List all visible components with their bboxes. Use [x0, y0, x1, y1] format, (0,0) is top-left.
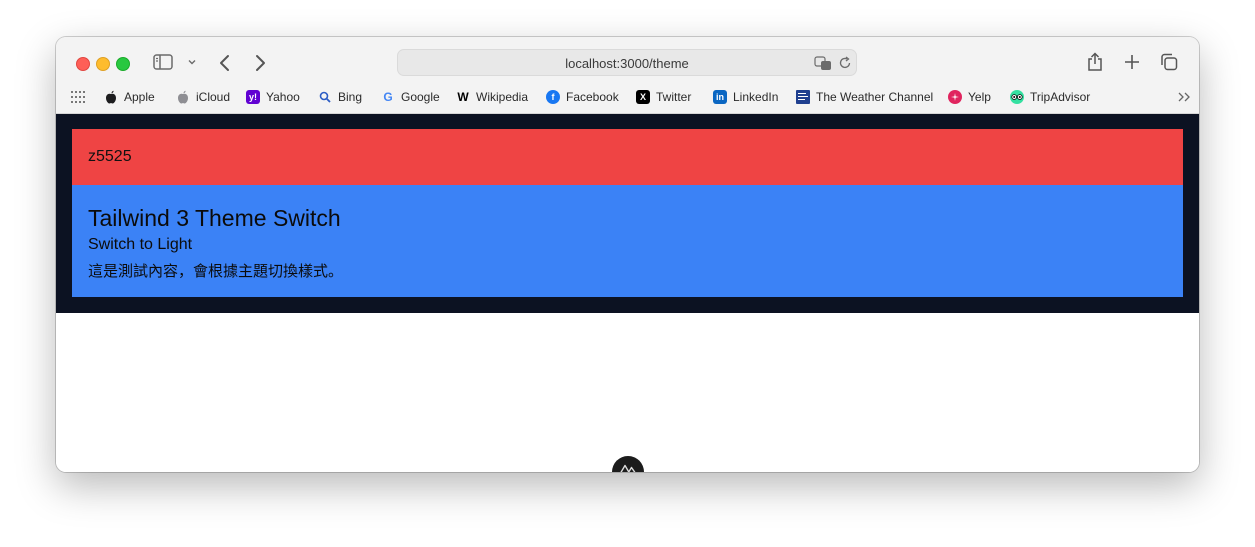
bookmark-twitter[interactable]: X Twitter [636, 87, 691, 107]
bookmark-label: Yelp [968, 90, 991, 104]
bookmark-icloud[interactable]: iCloud [176, 87, 230, 107]
yahoo-icon: y! [246, 90, 260, 104]
bookmark-yahoo[interactable]: y! Yahoo [246, 87, 300, 107]
theme-switch-button[interactable]: Switch to Light [88, 236, 192, 254]
bookmark-wikipedia[interactable]: W Wikipedia [456, 87, 528, 107]
description-text: 這是測試內容，會根據主題切換樣式。 [88, 263, 344, 280]
bookmark-yelp[interactable]: Yelp [948, 87, 991, 107]
google-icon: G [383, 90, 393, 104]
bookmark-label: Yahoo [266, 90, 300, 104]
bookmark-tripadvisor[interactable]: TripAdvisor [1010, 87, 1090, 107]
bookmark-label: iCloud [196, 90, 231, 104]
bookmark-label: Wikipedia [476, 90, 529, 104]
translate-icon[interactable] [814, 55, 832, 71]
address-bar[interactable]: localhost:3000/theme [397, 49, 857, 76]
tab-overview-icon[interactable] [1160, 53, 1178, 71]
bookmark-bing[interactable]: Bing [318, 87, 362, 107]
page-content: z5525 Tailwind 3 Theme Switch Switch to … [56, 114, 1199, 472]
share-icon[interactable] [1087, 52, 1103, 72]
bookmark-the-weather-channel[interactable]: The Weather Channel [796, 87, 933, 107]
bing-search-icon [318, 90, 332, 104]
browser-toolbar: localhost:3000/theme Apple iCloud y! Yah… [56, 37, 1199, 114]
facebook-icon: f [546, 90, 560, 104]
minimize-window-button[interactable] [96, 57, 110, 71]
linkedin-icon: in [713, 90, 727, 104]
header-text: z5525 [88, 148, 132, 165]
browser-window: localhost:3000/theme Apple iCloud y! Yah… [56, 37, 1199, 472]
bookmark-label: TripAdvisor [1030, 90, 1091, 104]
bookmark-google[interactable]: G Google [381, 87, 440, 107]
icloud-icon [176, 90, 190, 104]
header-bar: z5525 [72, 129, 1183, 185]
bookmark-label: Google [401, 90, 440, 104]
forward-arrow-icon[interactable] [253, 54, 267, 72]
bookmark-linkedin[interactable]: in LinkedIn [713, 87, 778, 107]
reload-icon[interactable] [838, 56, 852, 70]
bookmark-facebook[interactable]: f Facebook [546, 87, 619, 107]
theme-panel: Tailwind 3 Theme Switch Switch to Light … [72, 185, 1183, 297]
nuxt-devtools-button[interactable] [612, 456, 644, 472]
wikipedia-icon: W [457, 90, 469, 104]
bookmark-apple[interactable]: Apple [104, 87, 155, 107]
page-title: Tailwind 3 Theme Switch [88, 205, 341, 231]
nuxt-logo-icon [620, 464, 636, 472]
bookmark-label: The Weather Channel [816, 90, 934, 104]
theme-container: z5525 Tailwind 3 Theme Switch Switch to … [56, 114, 1199, 313]
bookmark-label: Twitter [656, 90, 692, 104]
apps-grid-icon[interactable] [71, 91, 85, 103]
tripadvisor-icon [1010, 90, 1024, 104]
bookmark-label: LinkedIn [733, 90, 779, 104]
x-twitter-icon: X [636, 90, 650, 104]
zoom-window-button[interactable] [116, 57, 130, 71]
url-text: localhost:3000/theme [565, 56, 689, 71]
yelp-icon [948, 90, 962, 104]
chevron-down-icon[interactable] [187, 57, 197, 67]
bookmarks-bar: Apple iCloud y! Yahoo Bing G Google W Wikipedia f… [56, 87, 1199, 107]
bookmark-label: Bing [338, 90, 363, 104]
new-tab-plus-icon[interactable] [1124, 54, 1140, 70]
bookmark-label: Apple [124, 90, 155, 104]
close-window-button[interactable] [76, 57, 90, 71]
back-arrow-icon[interactable] [218, 54, 232, 72]
weather-channel-icon [796, 90, 810, 104]
bookmark-label: Facebook [566, 90, 619, 104]
more-bookmarks-chevron-icon[interactable] [1177, 91, 1191, 103]
sidebar-toggle-icon[interactable] [153, 54, 173, 70]
apple-icon [104, 90, 118, 104]
